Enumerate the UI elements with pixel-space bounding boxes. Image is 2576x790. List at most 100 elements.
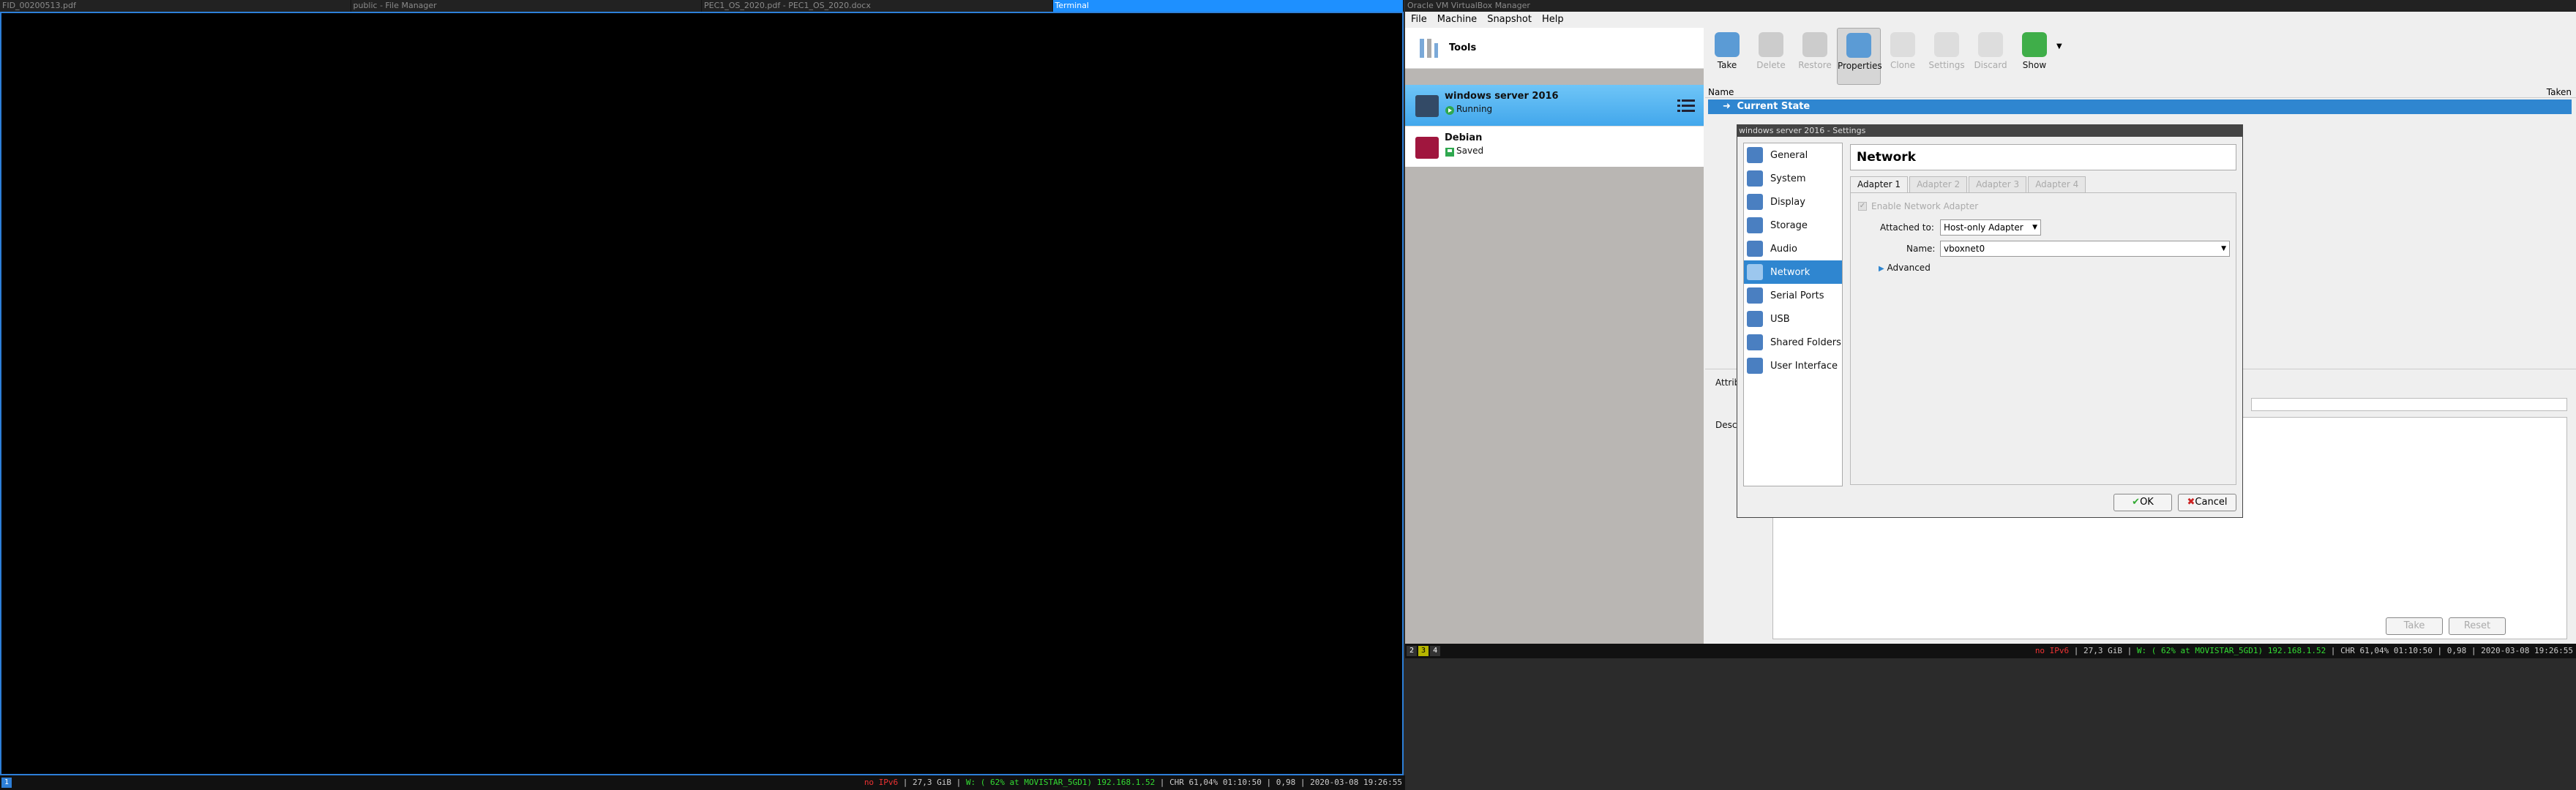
clone-icon bbox=[1890, 32, 1915, 57]
attributes-field[interactable] bbox=[2251, 398, 2567, 411]
general-icon bbox=[1747, 147, 1763, 163]
current-state-row[interactable]: ➜ Current State bbox=[1708, 99, 2572, 114]
tab-terminal[interactable]: Terminal bbox=[1052, 0, 1404, 12]
status-bar-right: 234 no IPv6 | 27,3 GiB | W: ( 62% at MOV… bbox=[1405, 644, 2576, 658]
display-icon bbox=[1747, 194, 1763, 210]
ok-button[interactable]: ✔OK bbox=[2113, 494, 2172, 511]
check-icon: ✔ bbox=[2132, 497, 2141, 508]
wifi-status: W: ( 62% at MOVISTAR_5GD1) 192.168.1.52 bbox=[2136, 646, 2326, 655]
vbox-window-title: Oracle VM VirtualBox Manager bbox=[1405, 0, 2576, 12]
category-display[interactable]: Display bbox=[1744, 190, 1842, 214]
category-shared-folders[interactable]: Shared Folders bbox=[1744, 331, 1842, 354]
workspace-4[interactable]: 4 bbox=[1430, 646, 1441, 656]
storage-icon bbox=[1747, 217, 1763, 233]
load-status: 0,98 bbox=[1276, 778, 1296, 787]
datetime-status: 2020-03-08 19:26:55 bbox=[2481, 646, 2573, 655]
advanced-toggle[interactable]: ▶ Advanced bbox=[1879, 263, 1931, 273]
restore-button[interactable]: Restore bbox=[1793, 28, 1837, 85]
datetime-status: 2020-03-08 19:26:55 bbox=[1310, 778, 1402, 787]
vm-state: Saved bbox=[1456, 146, 1484, 156]
user-interface-icon bbox=[1747, 358, 1763, 374]
adapter-tabs: Adapter 1 Adapter 2 Adapter 3 Adapter 4 bbox=[1850, 176, 2087, 192]
clone-button[interactable]: Clone bbox=[1881, 28, 1925, 85]
workspace-3[interactable]: 3 bbox=[1418, 646, 1429, 656]
category-network[interactable]: Network bbox=[1744, 260, 1842, 284]
saved-icon bbox=[1445, 148, 1454, 157]
discard-button[interactable]: Discard bbox=[1969, 28, 2012, 85]
tools-item[interactable]: Tools bbox=[1405, 28, 1704, 69]
ipv6-status: no IPv6 bbox=[2034, 646, 2070, 655]
window-tab-bar: FID_00200513.pdf public - File Manager P… bbox=[0, 0, 1404, 12]
attached-to-select[interactable]: Host-only Adapter ▼ bbox=[1940, 219, 2041, 236]
dialog-title: windows server 2016 - Settings bbox=[1737, 125, 2242, 137]
snapshot-toolbar: Take Delete Restore Properties Clone Set… bbox=[1705, 28, 2576, 86]
category-storage[interactable]: Storage bbox=[1744, 214, 1842, 237]
show-button[interactable]: Show bbox=[2012, 28, 2056, 85]
tab-adapter-4[interactable]: Adapter 4 bbox=[2028, 176, 2086, 192]
adapter-name-select[interactable]: vboxnet0 ▼ bbox=[1940, 241, 2230, 257]
load-status: 0,98 bbox=[2446, 646, 2467, 655]
tab-file-manager[interactable]: public - File Manager bbox=[351, 0, 702, 12]
chevron-down-icon[interactable]: ▼ bbox=[2056, 42, 2062, 86]
tab-adapter-3[interactable]: Adapter 3 bbox=[1969, 176, 2027, 192]
machine-list-pane: Tools windows server 2016 Running Debian… bbox=[1405, 28, 1704, 644]
usb-icon bbox=[1747, 311, 1763, 327]
take-details-button[interactable]: Take bbox=[2386, 617, 2443, 635]
delete-button[interactable]: Delete bbox=[1749, 28, 1793, 85]
category-audio[interactable]: Audio bbox=[1744, 237, 1842, 260]
tools-icon bbox=[1420, 38, 1438, 58]
category-user-interface[interactable]: User Interface bbox=[1744, 354, 1842, 377]
tab-document[interactable]: PEC1_OS_2020.pdf - PEC1_OS_2020.docx bbox=[702, 0, 1053, 12]
windows-vm-icon bbox=[1415, 95, 1439, 117]
menu-file[interactable]: File bbox=[1411, 12, 1427, 28]
take-icon bbox=[1715, 32, 1740, 57]
terminal-area[interactable] bbox=[0, 12, 1404, 775]
triangle-right-icon: ▶ bbox=[1879, 265, 1884, 273]
workspace-indicator[interactable]: 1 bbox=[1, 778, 12, 788]
delete-icon bbox=[1759, 32, 1783, 57]
arrow-right-icon bbox=[2022, 32, 2047, 57]
audio-icon bbox=[1747, 241, 1763, 257]
category-list: General System Display Storage Audio Net… bbox=[1743, 143, 1843, 486]
menu-bar: File Machine Snapshot Help bbox=[1405, 12, 2576, 28]
cancel-button[interactable]: ✖Cancel bbox=[2178, 494, 2236, 511]
battery-status: CHR 61,04% 01:10:50 bbox=[2340, 646, 2433, 655]
menu-help[interactable]: Help bbox=[1542, 12, 1564, 28]
vm-item-windows[interactable]: windows server 2016 Running bbox=[1405, 85, 1704, 126]
col-name: Name bbox=[1708, 87, 1734, 97]
tab-adapter-1[interactable]: Adapter 1 bbox=[1850, 176, 1909, 192]
discard-icon bbox=[1978, 32, 2003, 57]
category-system[interactable]: System bbox=[1744, 167, 1842, 190]
reset-button[interactable]: Reset bbox=[2449, 617, 2506, 635]
tab-pdf[interactable]: FID_00200513.pdf bbox=[0, 0, 351, 12]
enable-adapter-checkbox[interactable]: ✓ bbox=[1858, 202, 1867, 211]
menu-machine[interactable]: Machine bbox=[1437, 12, 1477, 28]
category-serial-ports[interactable]: Serial Ports bbox=[1744, 284, 1842, 307]
name-label: Name: bbox=[1906, 244, 1936, 254]
enable-adapter-label: Enable Network Adapter bbox=[1871, 201, 1979, 211]
vm-menu-icon[interactable] bbox=[1677, 98, 1695, 113]
running-icon bbox=[1445, 106, 1454, 115]
folder-icon bbox=[1747, 334, 1763, 350]
serial-port-icon bbox=[1747, 287, 1763, 304]
menu-snapshot[interactable]: Snapshot bbox=[1487, 12, 1532, 28]
wifi-status: W: ( 62% at MOVISTAR_5GD1) 192.168.1.52 bbox=[965, 778, 1156, 787]
take-button[interactable]: Take bbox=[1705, 28, 1749, 85]
settings-dialog: windows server 2016 - Settings General S… bbox=[1737, 124, 2243, 518]
properties-button[interactable]: Properties bbox=[1837, 28, 1882, 85]
arrow-right-icon: ➜ bbox=[1723, 101, 1731, 112]
tools-label: Tools bbox=[1449, 42, 1477, 53]
workspace-2[interactable]: 2 bbox=[1407, 646, 1418, 656]
disk-status: 27,3 GiB bbox=[913, 778, 952, 787]
category-usb[interactable]: USB bbox=[1744, 307, 1842, 331]
tab-adapter-2[interactable]: Adapter 2 bbox=[1909, 176, 1968, 192]
chevron-down-icon: ▼ bbox=[2221, 245, 2226, 252]
vm-name: windows server 2016 bbox=[1445, 91, 1559, 102]
category-general[interactable]: General bbox=[1744, 143, 1842, 167]
col-taken: Taken bbox=[2546, 87, 2572, 97]
settings-button[interactable]: Settings bbox=[1925, 28, 1969, 85]
vm-item-debian[interactable]: Debian Saved bbox=[1405, 126, 1704, 167]
vm-state: Running bbox=[1456, 104, 1493, 114]
system-icon bbox=[1747, 170, 1763, 187]
debian-vm-icon bbox=[1415, 137, 1439, 159]
